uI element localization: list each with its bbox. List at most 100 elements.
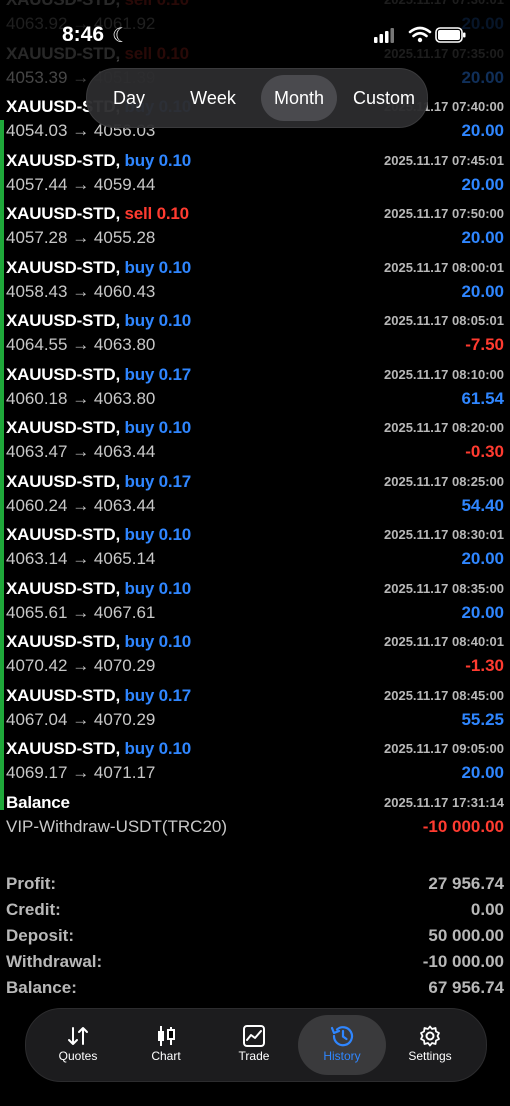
deal-row[interactable]: XAUUSD-STD, buy 0.10 2025.11.17 08:30:01 4… <box>0 519 510 573</box>
total-credit-label: Credit: <box>6 900 61 919</box>
period-selector[interactable]: Day Week Month Custom <box>86 68 428 128</box>
arrow-right-icon: → <box>72 174 90 194</box>
deal-prices: 4070.42 → 4070.29 <box>6 656 155 676</box>
period-tab-week[interactable]: Week <box>173 75 253 121</box>
tab-settings[interactable]: Settings <box>386 1015 474 1075</box>
total-balance-label: Balance: <box>6 978 77 997</box>
deal-row[interactable]: XAUUSD-STD, buy 0.10 2025.11.17 08:35:00 4… <box>0 573 510 627</box>
tab-trade[interactable]: Trade <box>210 1015 298 1075</box>
deal-volume: 0.10 <box>158 257 191 277</box>
deal-direction: buy <box>124 150 155 170</box>
deal-row[interactable]: XAUUSD-STD, buy 0.10 2025.11.17 08:05:01 4… <box>0 305 510 359</box>
deal-symbol-line: XAUUSD-STD, buy 0.10 <box>6 258 191 278</box>
deal-row[interactable]: XAUUSD-STD, buy 0.10 2025.11.17 08:40:01 4… <box>0 626 510 680</box>
deal-direction: buy <box>124 578 155 598</box>
tab-quotes-label: Quotes <box>58 1049 98 1063</box>
deal-open-price: 4053.39 <box>6 67 68 87</box>
deal-time: 2025.11.17 09:05:00 <box>384 741 504 756</box>
total-profit-row: Profit: 27 956.74 <box>0 872 510 898</box>
total-withdrawal-value: -10 000.00 <box>422 952 504 971</box>
deal-close-price: 4070.29 <box>93 709 156 729</box>
arrow-right-icon: → <box>72 495 90 515</box>
deal-close-price: 4067.61 <box>93 602 156 622</box>
deal-time: 2025.11.17 08:40:01 <box>384 634 504 649</box>
period-tab-day[interactable]: Day <box>97 75 161 121</box>
deal-symbol: XAUUSD-STD, <box>6 311 120 330</box>
tab-trade-label: Trade <box>238 1049 270 1063</box>
deal-direction: buy <box>124 739 155 758</box>
deal-prices: 4060.24 → 4063.44 <box>6 496 155 516</box>
deal-symbol: XAUUSD-STD, <box>6 418 120 437</box>
arrow-right-icon: → <box>72 442 90 461</box>
deal-symbol: XAUUSD-STD, <box>6 257 120 277</box>
tab-history-label: History <box>323 1049 361 1063</box>
tab-quotes[interactable]: Quotes <box>34 1015 122 1075</box>
deal-symbol-line: XAUUSD-STD, buy 0.10 <box>6 579 191 599</box>
deal-row[interactable]: XAUUSD-STD, buy 0.10 2025.11.17 07:45:01 4… <box>0 145 510 199</box>
deal-open-price: 4057.44 <box>6 174 68 194</box>
tab-history[interactable]: History <box>298 1015 386 1075</box>
deal-row[interactable]: XAUUSD-STD, buy 0.17 2025.11.17 08:45:00 4… <box>0 680 510 734</box>
total-balance-value: 67 956.74 <box>428 978 504 997</box>
balance-time: 2025.11.17 17:31:14 <box>384 794 504 810</box>
total-credit-value: 0.00 <box>470 900 504 919</box>
deal-close-price: 4063.80 <box>93 335 156 354</box>
deal-row[interactable]: XAUUSD-STD, buy 0.17 2025.11.17 08:25:00 4… <box>0 466 510 520</box>
deal-direction: buy <box>124 311 155 330</box>
total-withdrawal-label: Withdrawal: <box>6 952 103 971</box>
deal-time: 2025.11.17 08:05:01 <box>384 313 504 328</box>
total-credit-row: Credit: 0.00 <box>0 898 510 924</box>
deal-open-price: 4054.03 <box>6 121 68 140</box>
tab-chart-label: Chart <box>151 1049 181 1063</box>
deal-row[interactable]: XAUUSD-STD, sell 0.10 2025.11.17 07:50:00… <box>0 198 510 252</box>
deal-time: 2025.11.17 08:25:00 <box>384 473 504 489</box>
deal-symbol-line: XAUUSD-STD, buy 0.10 <box>6 632 191 652</box>
deal-open-price: 4067.04 <box>6 709 68 729</box>
arrow-right-icon: → <box>72 602 90 622</box>
deal-close-price: 4059.44 <box>93 174 156 194</box>
deal-open-price: 4063.14 <box>6 549 68 568</box>
balance-operation-row[interactable]: Balance 2025.11.17 17:31:14 VIP-Withdraw… <box>0 787 510 841</box>
deal-row[interactable]: XAUUSD-STD, buy 0.10 2025.11.17 08:20:00 4… <box>0 412 510 466</box>
arrow-right-icon: → <box>72 549 90 568</box>
deal-close-price: 4063.44 <box>93 495 156 515</box>
deal-time: 2025.11.17 07:50:00 <box>384 206 504 221</box>
arrow-right-icon: → <box>72 709 90 729</box>
deal-close-price: 4063.80 <box>93 388 156 408</box>
deal-volume: 0.10 <box>158 150 191 170</box>
arrow-right-icon: → <box>72 281 90 301</box>
deal-row[interactable]: XAUUSD-STD, buy 0.10 2025.11.17 09:05:00 4… <box>0 733 510 787</box>
status-bar: 8:46 ☾ <box>0 0 510 60</box>
deal-symbol-line: XAUUSD-STD, buy 0.17 <box>6 365 191 385</box>
deal-direction: buy <box>124 525 155 544</box>
tab-chart[interactable]: Chart <box>122 1015 210 1075</box>
deal-symbol: XAUUSD-STD, <box>6 364 120 384</box>
arrow-right-icon: → <box>72 121 90 140</box>
deal-profit: 20.00 <box>461 67 504 87</box>
deal-row[interactable]: XAUUSD-STD, buy 0.17 2025.11.17 08:10:00 4… <box>0 359 510 413</box>
deal-close-price: 4071.17 <box>93 763 156 782</box>
deal-profit: -1.30 <box>465 656 504 675</box>
deal-open-price: 4060.24 <box>6 495 68 515</box>
deal-profit: 20.00 <box>461 602 504 622</box>
deal-symbol: XAUUSD-STD, <box>6 685 120 705</box>
deal-symbol-line: XAUUSD-STD, buy 0.10 <box>6 311 191 331</box>
signal-wifi-battery-icon <box>374 26 466 43</box>
bottom-tab-bar: Quotes Chart Trade History Settings <box>25 1008 487 1082</box>
period-tab-month[interactable]: Month <box>261 75 337 121</box>
deal-prices: 4057.28 → 4055.28 <box>6 228 155 248</box>
total-withdrawal-row: Withdrawal: -10 000.00 <box>0 950 510 976</box>
deal-open-price: 4065.61 <box>6 602 68 622</box>
deal-close-price: 4060.43 <box>93 281 156 301</box>
deal-prices: 4058.43 → 4060.43 <box>6 282 155 302</box>
chart-candles-icon <box>158 1026 175 1046</box>
deal-symbol-line: XAUUSD-STD, buy 0.10 <box>6 418 191 438</box>
history-icon <box>330 1026 354 1047</box>
arrow-right-icon: → <box>72 656 90 675</box>
deal-direction: buy <box>124 685 155 705</box>
deal-row[interactable]: XAUUSD-STD, buy 0.10 2025.11.17 08:00:01 4… <box>0 252 510 306</box>
period-tab-custom[interactable]: Custom <box>345 75 423 121</box>
deal-volume: 0.10 <box>158 525 191 544</box>
deal-time: 2025.11.17 08:35:00 <box>384 580 504 596</box>
deal-profit: 54.40 <box>461 495 504 515</box>
